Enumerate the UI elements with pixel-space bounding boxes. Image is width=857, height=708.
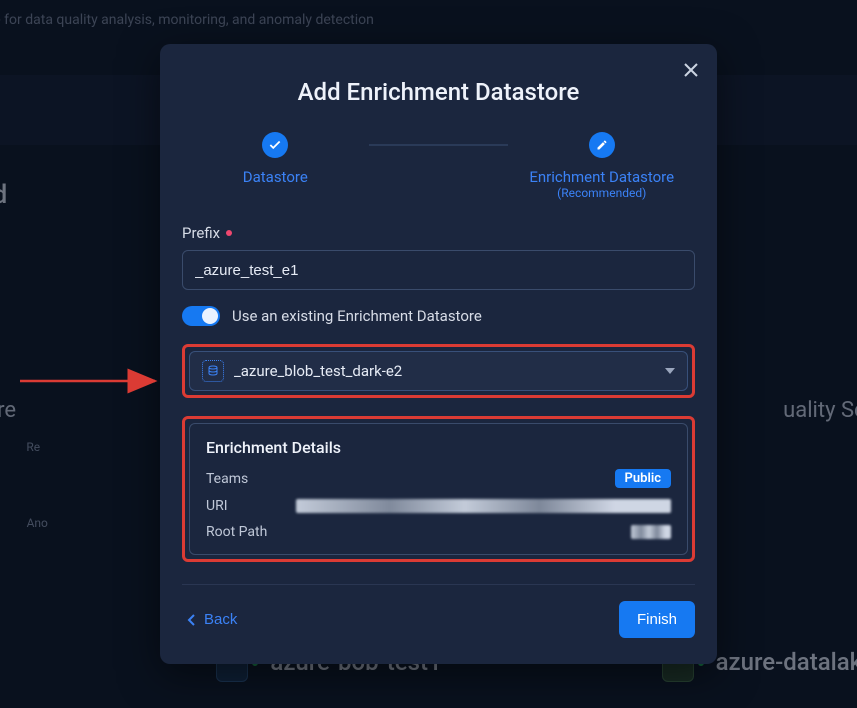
step-enrichment-sub: (Recommended) <box>557 186 646 200</box>
add-enrichment-datastore-modal: Add Enrichment Datastore Datastore Enric… <box>160 44 717 664</box>
step-datastore-circle <box>262 132 288 158</box>
uri-value-redacted <box>296 499 671 513</box>
finish-button[interactable]: Finish <box>619 601 695 638</box>
enrichment-details-title: Enrichment Details <box>206 438 671 457</box>
select-highlight-frame: _azure_blob_test_dark-e2 <box>182 344 695 398</box>
modal-title: Add Enrichment Datastore <box>182 78 695 106</box>
use-existing-toggle[interactable] <box>182 306 220 326</box>
stepper: Datastore Enrichment Datastore (Recommen… <box>182 132 695 200</box>
close-icon <box>684 63 698 77</box>
step-enrichment-circle <box>589 132 615 158</box>
chevron-left-icon <box>186 613 196 627</box>
step-enrichment-label: Enrichment Datastore <box>529 168 674 186</box>
details-highlight-frame: Enrichment Details Teams Public URI Root… <box>182 416 695 562</box>
pencil-icon <box>596 139 608 151</box>
chevron-down-icon <box>665 368 675 374</box>
close-button[interactable] <box>679 58 703 82</box>
uri-label: URI <box>206 498 286 514</box>
back-label: Back <box>204 611 237 628</box>
root-path-value-redacted <box>631 525 671 539</box>
prefix-label: Prefix <box>182 224 220 242</box>
required-dot-icon <box>226 230 232 236</box>
enrichment-details-panel: Enrichment Details Teams Public URI Root… <box>189 423 688 555</box>
prefix-input[interactable] <box>182 250 695 290</box>
stepper-line <box>369 144 509 146</box>
step-enrichment[interactable]: Enrichment Datastore (Recommended) <box>508 132 695 200</box>
toggle-knob <box>202 308 218 324</box>
teams-label: Teams <box>206 471 286 487</box>
select-value: _azure_blob_test_dark-e2 <box>234 362 655 380</box>
existing-datastore-select[interactable]: _azure_blob_test_dark-e2 <box>189 351 688 391</box>
public-badge: Public <box>615 469 671 488</box>
root-path-label: Root Path <box>206 524 286 540</box>
check-icon <box>268 138 282 152</box>
back-button[interactable]: Back <box>182 605 241 634</box>
divider <box>182 584 695 585</box>
datastore-icon <box>202 360 224 382</box>
step-datastore-label: Datastore <box>243 168 308 186</box>
step-datastore[interactable]: Datastore <box>182 132 369 186</box>
use-existing-label: Use an existing Enrichment Datastore <box>232 307 482 325</box>
